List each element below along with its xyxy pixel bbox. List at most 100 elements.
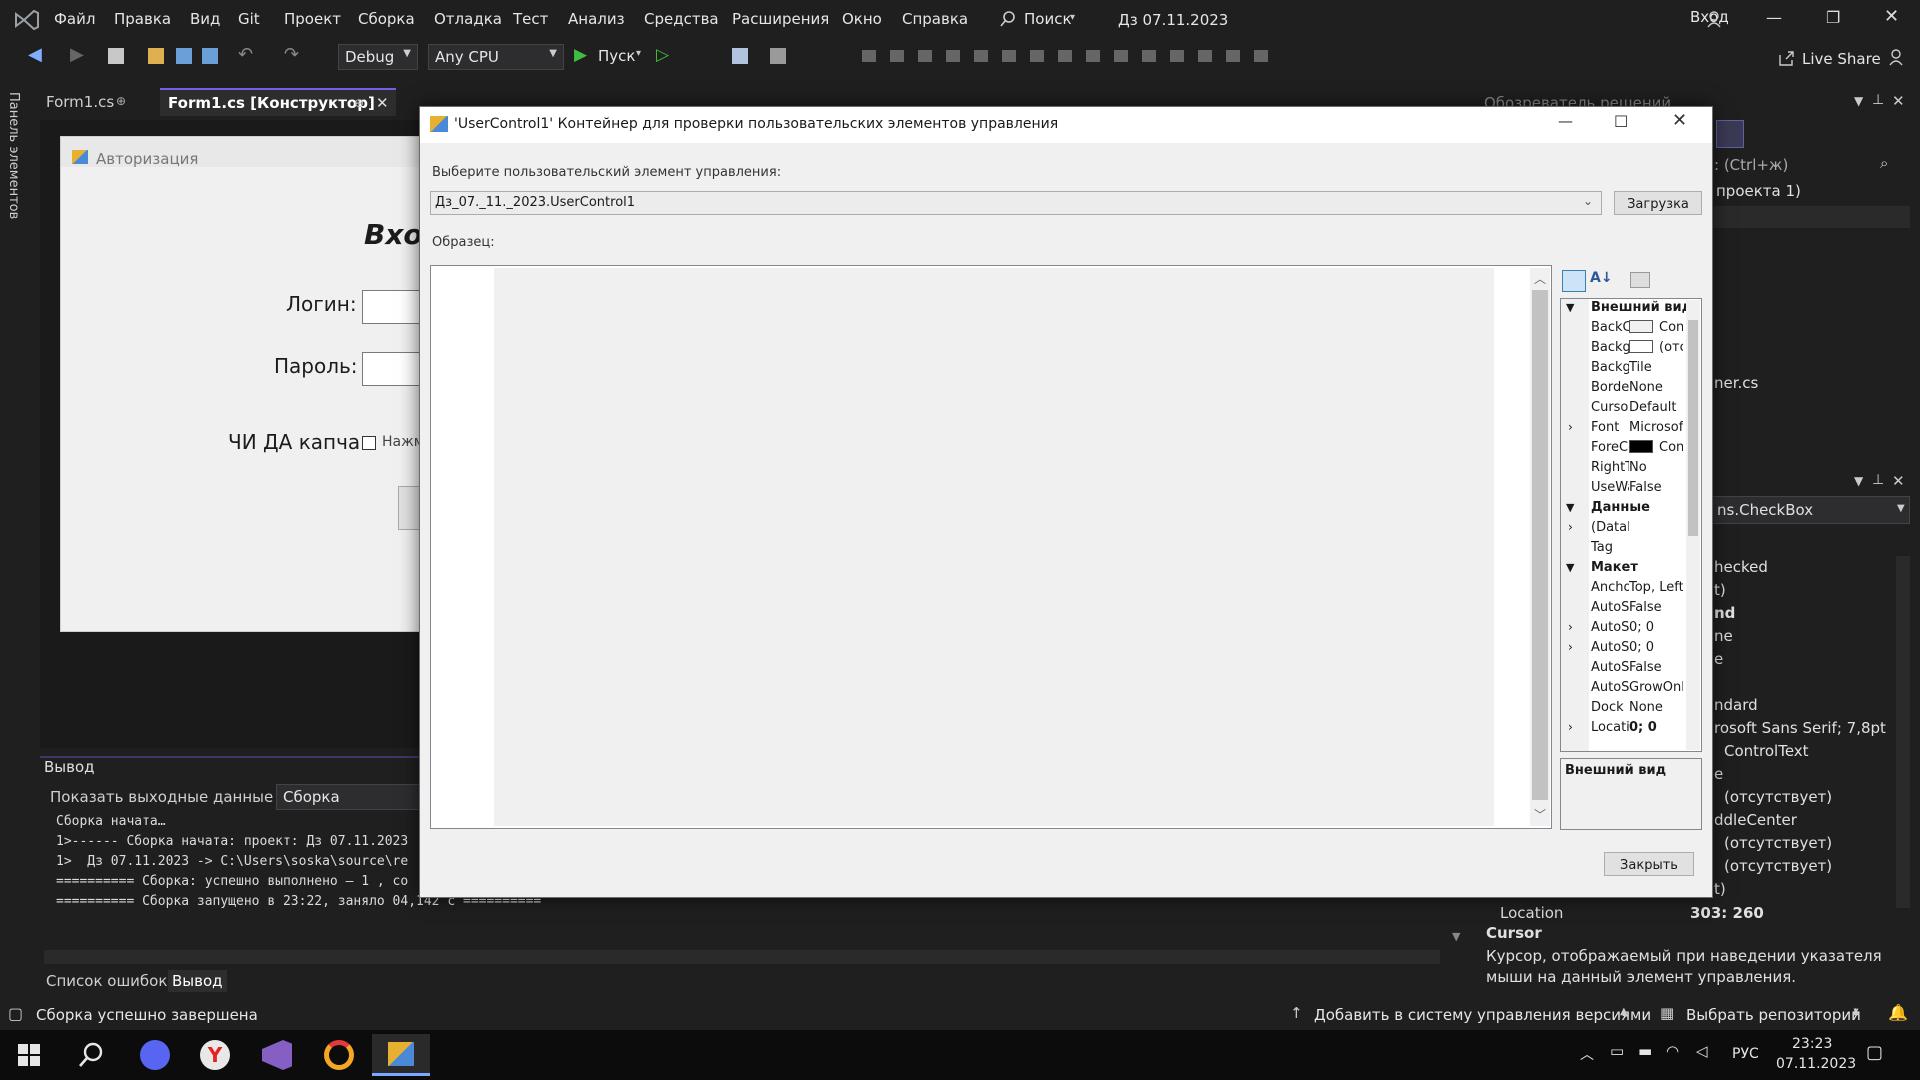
selected-tree-row[interactable] <box>1712 206 1910 228</box>
dialog-minimize-icon[interactable]: — <box>1558 112 1573 130</box>
menu-git[interactable]: Git <box>238 10 260 28</box>
start-dropdown-icon[interactable]: ▾ <box>636 48 641 59</box>
usercontrol-surface[interactable] <box>494 268 1494 826</box>
property-row[interactable]: BackColorControl <box>1560 320 1686 340</box>
forward-icon[interactable]: ▶ <box>70 44 84 65</box>
property-value[interactable]: False <box>1629 480 1683 495</box>
config-select[interactable]: Debug ▼ <box>338 44 418 70</box>
live-share-button[interactable]: Live Share <box>1802 50 1881 68</box>
taskbar-app[interactable] <box>310 1034 368 1076</box>
panel-dropdown-icon[interactable]: ▼ <box>1854 474 1863 488</box>
toolbox-tab[interactable]: Панель элементов <box>6 92 21 219</box>
property-value[interactable]: False <box>1629 660 1683 675</box>
close-tab-icon[interactable]: ✕ <box>376 94 389 112</box>
output-source-select[interactable]: Сборка <box>276 784 420 810</box>
property-category[interactable]: ▼ Внешний вид <box>1560 300 1692 320</box>
menu-window[interactable]: Окно <box>842 10 882 28</box>
save-icon[interactable] <box>176 48 192 64</box>
prop-value[interactable]: t) <box>1714 581 1726 599</box>
account-icon[interactable] <box>1706 10 1724 28</box>
expand-icon[interactable]: › <box>1568 640 1573 654</box>
menu-debug[interactable]: Отладка <box>434 10 502 28</box>
property-row[interactable]: › AutoScrollMinSize0; 0 <box>1560 640 1686 660</box>
collapse-icon[interactable]: ▼ <box>1566 301 1574 314</box>
prop-value[interactable]: (отсутствует) <box>1724 788 1832 806</box>
menu-help[interactable]: Справка <box>902 10 968 28</box>
prop-value[interactable]: ne <box>1714 627 1733 645</box>
prop-value[interactable]: ddleCenter <box>1714 811 1797 829</box>
tab-error-list[interactable]: Список ошибок <box>46 972 167 990</box>
property-value[interactable]: Microsoft Sans Serif <box>1629 420 1683 435</box>
property-row[interactable]: RightToLeftNo <box>1560 460 1686 480</box>
expand-icon[interactable]: › <box>1568 620 1573 634</box>
live-share-icon[interactable] <box>1778 50 1794 66</box>
load-button[interactable]: Загрузка <box>1614 191 1702 215</box>
property-value[interactable]: GrowOnly <box>1629 680 1683 695</box>
close-panel-icon[interactable]: ✕ <box>1892 92 1905 110</box>
add-to-vcs-button[interactable]: Добавить в систему управления версиями <box>1314 1006 1651 1024</box>
restore-icon[interactable]: ❐ <box>1826 8 1840 27</box>
property-value[interactable]: False <box>1629 600 1683 615</box>
start-menu-button[interactable] <box>0 1034 58 1076</box>
prop-value[interactable]: ControlText <box>1724 742 1809 760</box>
property-value[interactable]: 0; 0 <box>1629 640 1683 655</box>
menu-analyze[interactable]: Анализ <box>568 10 625 28</box>
property-row[interactable]: › Location0; 0 <box>1560 720 1686 740</box>
search-icon[interactable]: ⌕ <box>1880 154 1888 172</box>
clock-date[interactable]: 07.11.2023 <box>1776 1056 1856 1072</box>
taskbar-test-container[interactable] <box>372 1034 430 1076</box>
action-center-icon[interactable]: ▢ <box>1866 1042 1883 1063</box>
property-value[interactable]: Top, Left <box>1629 580 1683 595</box>
panel-dropdown-icon[interactable]: ▼ <box>1854 94 1863 108</box>
output-hscrollbar[interactable] <box>44 950 1440 964</box>
prop-value[interactable]: (отсутствует) <box>1724 834 1832 852</box>
dialog-maximize-icon[interactable]: ☐ <box>1614 112 1628 131</box>
clock-time[interactable]: 23:23 <box>1792 1036 1832 1052</box>
close-icon[interactable]: ✕ <box>1884 6 1899 27</box>
captcha-checkbox[interactable] <box>362 436 376 450</box>
property-row[interactable]: › Font Microsoft Sans Serif <box>1560 420 1686 440</box>
prop-value[interactable]: hecked <box>1714 558 1768 576</box>
property-value[interactable]: (отсутствует) <box>1629 340 1683 355</box>
expand-icon[interactable]: › <box>1568 720 1573 734</box>
minimize-icon[interactable]: — <box>1766 8 1782 27</box>
volume-icon[interactable]: ◁ <box>1696 1042 1708 1060</box>
tab-output[interactable]: Вывод <box>168 970 227 992</box>
collapse-icon[interactable]: ▼ <box>1566 501 1574 514</box>
wifi-icon[interactable]: ◠ <box>1666 1042 1679 1060</box>
dialog-close-icon[interactable]: ✕ <box>1672 110 1687 131</box>
property-value[interactable]: None <box>1629 700 1683 715</box>
control-select[interactable]: Дз_07._11._2023.UserControl1 ⌄ <box>430 191 1602 215</box>
close-button[interactable]: Закрыть <box>1604 852 1694 876</box>
tab-form1-cs[interactable]: Form1.cs <box>38 88 122 116</box>
taskbar-search-button[interactable] <box>62 1034 120 1076</box>
scroll-up-icon[interactable]: ︿ <box>1534 270 1546 287</box>
prop-value[interactable]: e <box>1714 650 1723 668</box>
prop-value[interactable]: e <box>1714 765 1723 783</box>
open-folder-icon[interactable] <box>148 48 164 64</box>
property-row[interactable]: AutoScrollFalse <box>1560 600 1686 620</box>
visual-studio-logo-icon[interactable] <box>12 8 40 32</box>
property-row[interactable]: AnchorTop, Left <box>1560 580 1686 600</box>
select-repo-button[interactable]: Выбрать репозиторий <box>1686 1006 1861 1024</box>
start-icon[interactable]: ▶ <box>574 45 587 65</box>
tray-chevron-up-icon[interactable]: ︿ <box>1580 1044 1594 1064</box>
scroll-down-icon[interactable]: ﹀ <box>1534 806 1546 823</box>
property-row[interactable]: › (DataBindings) <box>1560 520 1686 540</box>
property-row[interactable]: Dock None <box>1560 700 1686 720</box>
start-label[interactable]: Пуск <box>598 47 635 65</box>
prop-value[interactable]: (отсутствует) <box>1724 857 1832 875</box>
undo-icon[interactable]: ↶ <box>238 44 253 65</box>
property-value[interactable]: ControlText <box>1629 440 1683 455</box>
menu-edit[interactable]: Правка <box>114 10 171 28</box>
property-value[interactable]: Tile <box>1629 360 1683 375</box>
new-project-icon[interactable] <box>108 48 124 64</box>
pin-icon[interactable]: ⊥ <box>1872 472 1884 488</box>
scroll-down-icon[interactable]: ▼ <box>1452 930 1460 943</box>
properties-object-select[interactable]: ns.CheckBox ▼ <box>1712 496 1910 524</box>
property-category[interactable]: ▼ Данные <box>1560 500 1686 520</box>
property-row[interactable]: AutoSizeModeGrowOnly <box>1560 680 1686 700</box>
prop-value[interactable]: t) <box>1714 880 1726 898</box>
categorized-view-icon[interactable] <box>1562 270 1586 292</box>
property-row[interactable]: BackgroundImageLayoutTile <box>1560 360 1686 380</box>
